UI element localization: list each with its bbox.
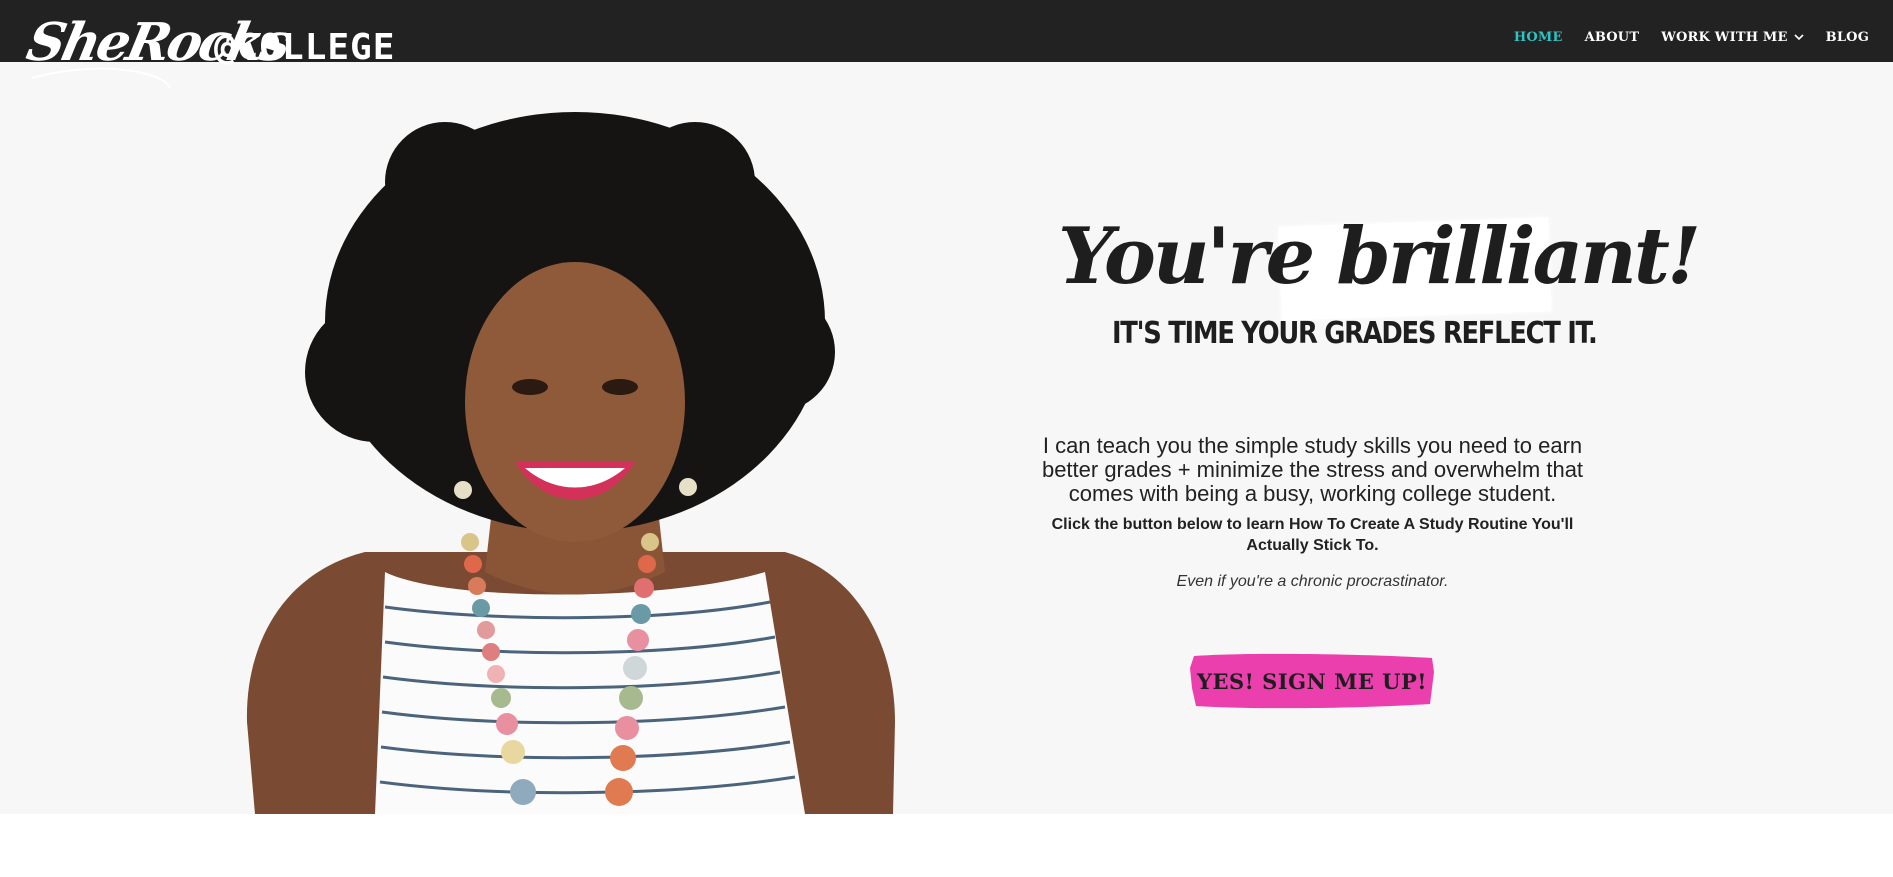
page-bottom-area: [0, 814, 1893, 877]
nav-work-with-me-label: WORK WITH ME: [1661, 30, 1788, 45]
headline-part-2: brilliant!: [1336, 211, 1701, 302]
portrait-photo: [246, 112, 896, 814]
main-nav: HOME ABOUT WORK WITH ME BLOG: [1514, 30, 1869, 45]
headline-title: You're brilliant!: [1058, 192, 1701, 322]
headline-part-1: You're: [1058, 211, 1337, 302]
headline-block: You're brilliant! IT'S TIME YOUR GRADES …: [1058, 192, 1701, 422]
nav-home[interactable]: HOME: [1514, 30, 1563, 45]
nav-about-label: ABOUT: [1584, 30, 1640, 45]
hero-copy: I can teach you the simple study skills …: [1040, 434, 1585, 591]
nav-blog[interactable]: BLOG: [1826, 30, 1869, 45]
nav-home-label: HOME: [1513, 30, 1563, 45]
nav-work-with-me[interactable]: WORK WITH ME: [1661, 30, 1804, 45]
top-navigation-bar: SheRocks @COLLEGE HOME ABOUT WORK WITH M…: [0, 0, 1893, 89]
nav-blog-label: BLOG: [1825, 30, 1869, 45]
sign-up-button-label: YES! SIGN ME UP!: [1196, 668, 1427, 694]
nav-about[interactable]: ABOUT: [1585, 30, 1640, 45]
hero-section: You're brilliant! IT'S TIME YOUR GRADES …: [0, 62, 1893, 814]
logo-college-text: @COLLEGE: [214, 27, 396, 68]
hero-bold-text: Click the button below to learn How To C…: [1051, 516, 1574, 554]
sign-up-button[interactable]: YES! SIGN ME UP!: [1188, 652, 1436, 710]
hero-lead-text: I can teach you the simple study skills …: [1041, 433, 1584, 506]
hero-italic-text: Even if you're a chronic procrastinator.: [1176, 573, 1449, 590]
chevron-down-icon: [1794, 34, 1804, 41]
site-logo[interactable]: SheRocks @COLLEGE: [22, 8, 428, 89]
headline-subtitle: IT'S TIME YOUR GRADES REFLECT IT.: [1112, 316, 1598, 351]
